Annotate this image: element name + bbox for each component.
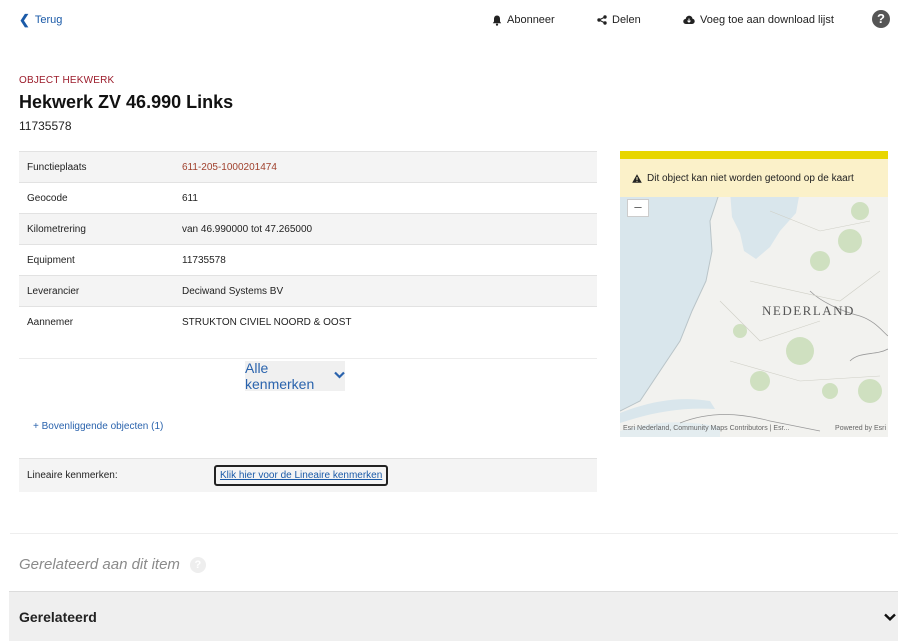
share-icon — [597, 15, 607, 25]
attribute-row: Aannemer STRUKTON CIVIEL NOORD & OOST — [19, 306, 597, 337]
attribute-key: Kilometrering — [27, 223, 86, 235]
attribute-value: van 46.990000 tot 47.265000 — [182, 223, 313, 235]
attribute-key: Geocode — [27, 192, 68, 204]
download-label: Voeg toe aan download lijst — [700, 14, 834, 26]
attribute-key: Functieplaats — [27, 161, 87, 173]
chevron-left-icon: ❮ — [19, 12, 30, 27]
all-characteristics-button[interactable]: Alle kenmerken — [245, 360, 345, 392]
functieplaats-link[interactable]: 611-205-1000201474 — [182, 162, 277, 173]
linear-characteristics-row: Lineaire kenmerken: Klik hier voor de Li… — [19, 458, 597, 492]
attribute-row: Equipment 11735578 — [19, 244, 597, 275]
chevron-down-icon — [884, 609, 896, 624]
attribute-row: Functieplaats 611-205-1000201474 — [19, 151, 597, 182]
warning-icon — [632, 173, 642, 183]
attribute-row: Kilometrering van 46.990000 tot 47.26500… — [19, 213, 597, 244]
related-heading-text: Gerelateerd aan dit item — [19, 556, 180, 573]
page-title: Hekwerk ZV 46.990 Links — [19, 92, 234, 112]
map-view[interactable]: Dit object kan niet worden getoond op de… — [620, 151, 888, 437]
divider — [19, 358, 597, 359]
map-country-label: NEDERLAND — [762, 303, 855, 318]
help-icon[interactable]: ? — [189, 556, 206, 573]
attribute-value: STRUKTON CIVIEL NOORD & OOST — [182, 316, 352, 328]
divider — [10, 533, 898, 534]
map-warning-text: Dit object kan niet worden getoond op de… — [647, 172, 854, 184]
map-attribution: Esri Nederland, Community Maps Contribut… — [623, 425, 790, 432]
attribute-key: Leverancier — [27, 285, 80, 297]
object-type-label: OBJECT HEKWERK — [19, 75, 115, 86]
add-to-download-button[interactable]: Voeg toe aan download lijst — [683, 14, 834, 26]
subscribe-button[interactable]: Abonneer — [492, 14, 555, 26]
share-label: Delen — [612, 14, 641, 26]
attribute-key: Aannemer — [27, 316, 74, 328]
bell-icon — [492, 15, 502, 26]
back-label: Terug — [34, 13, 63, 26]
map-warning: Dit object kan niet worden getoond op de… — [620, 159, 888, 197]
share-button[interactable]: Delen — [597, 14, 641, 26]
attribute-value: Deciwand Systems BV — [182, 285, 284, 297]
all-characteristics-label: Alle kenmerken — [245, 360, 315, 392]
chevron-down-icon — [334, 370, 345, 382]
attribute-row: Leverancier Deciwand Systems BV — [19, 275, 597, 306]
warning-bar — [620, 151, 888, 159]
attribute-value: 611 — [182, 192, 198, 204]
attribute-key: Equipment — [27, 254, 75, 266]
parent-objects-link[interactable]: + Bovenliggende objecten (1) — [33, 421, 163, 432]
powered-by-esri[interactable]: Powered by Esri — [835, 425, 886, 432]
accordion-label: Gerelateerd — [19, 608, 97, 625]
attribute-row: Geocode 611 — [19, 182, 597, 213]
related-accordion[interactable]: Gerelateerd — [9, 591, 898, 641]
object-id: 11735578 — [19, 119, 72, 133]
attribute-value: 11735578 — [182, 254, 226, 266]
help-icon[interactable]: ? — [872, 10, 890, 28]
cloud-download-icon — [683, 15, 695, 24]
subscribe-label: Abonneer — [507, 14, 555, 26]
back-link[interactable]: ❮ Terug — [19, 13, 62, 26]
linear-label: Lineaire kenmerken: — [27, 470, 118, 481]
attribute-table: Functieplaats 611-205-1000201474 Geocode… — [19, 151, 597, 337]
linear-characteristics-button[interactable]: Klik hier voor de Lineaire kenmerken — [214, 465, 389, 486]
related-heading: Gerelateerd aan dit item ? — [19, 556, 206, 573]
zoom-out-button[interactable]: – — [627, 199, 649, 217]
